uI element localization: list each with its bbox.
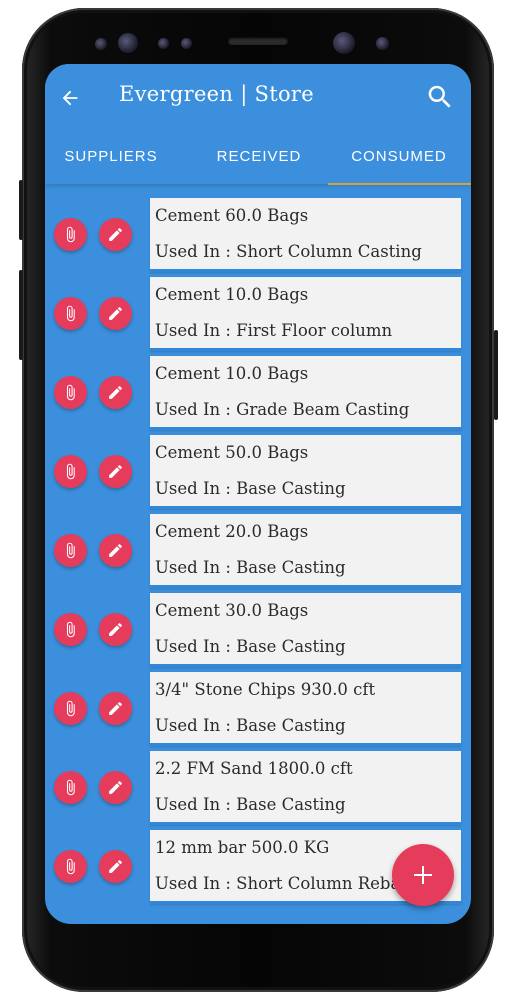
edit-button[interactable] bbox=[99, 692, 132, 725]
ambient-light-sensor bbox=[158, 38, 169, 49]
item-used-in: Used In : Short Column Rebar bbox=[155, 874, 409, 893]
pencil-icon bbox=[109, 465, 122, 478]
item-title: 3/4" Stone Chips 930.0 cft bbox=[155, 680, 376, 699]
item-card[interactable]: 2.2 FM Sand 1800.0 cft Used In : Base Cas… bbox=[150, 751, 461, 825]
pencil-icon bbox=[109, 623, 122, 636]
tab-consumed[interactable]: CONSUMED bbox=[335, 148, 463, 180]
item-title: Cement 10.0 Bags bbox=[155, 364, 309, 383]
item-used-in: Used In : Base Casting bbox=[155, 716, 346, 735]
item-card[interactable]: Cement 20.0 Bags Used In : Base Casting bbox=[150, 514, 461, 588]
item-card[interactable]: Cement 50.0 Bags Used In : Base Casting bbox=[150, 435, 461, 509]
status-led bbox=[181, 38, 192, 49]
volume-up-button bbox=[19, 180, 23, 240]
attach-button[interactable] bbox=[54, 534, 87, 567]
pencil-icon bbox=[109, 860, 122, 873]
edit-button[interactable] bbox=[99, 534, 132, 567]
item-used-in: Used In : Short Column Casting bbox=[155, 242, 422, 261]
item-title: Cement 10.0 Bags bbox=[155, 285, 309, 304]
iris-scanner bbox=[118, 33, 138, 53]
paperclip-icon bbox=[66, 779, 75, 796]
paperclip-icon bbox=[66, 384, 75, 401]
front-camera bbox=[333, 32, 355, 54]
list-item: Cement 30.0 Bags Used In : Base Casting bbox=[45, 593, 471, 669]
paperclip-icon bbox=[66, 700, 75, 717]
attach-button[interactable] bbox=[54, 297, 87, 330]
edit-button[interactable] bbox=[99, 218, 132, 251]
attach-button[interactable] bbox=[54, 692, 87, 725]
item-title: Cement 50.0 Bags bbox=[155, 443, 309, 462]
arrow-left-icon bbox=[62, 90, 78, 106]
item-used-in: Used In : Base Casting bbox=[155, 637, 346, 656]
volume-down-button bbox=[19, 270, 23, 360]
list-item: Cement 10.0 Bags Used In : First Floor co… bbox=[45, 277, 471, 353]
earpiece-speaker bbox=[228, 37, 288, 45]
paperclip-icon bbox=[66, 463, 75, 480]
paperclip-icon bbox=[66, 542, 75, 559]
search-icon bbox=[428, 85, 451, 108]
tab-suppliers[interactable]: SUPPLIERS bbox=[55, 148, 167, 180]
paperclip-icon bbox=[66, 621, 75, 638]
pencil-icon bbox=[109, 228, 122, 241]
search-button[interactable] bbox=[425, 82, 455, 112]
iris-camera bbox=[376, 37, 389, 50]
pencil-icon bbox=[109, 544, 122, 557]
item-used-in: Used In : Grade Beam Casting bbox=[155, 400, 410, 419]
proximity-sensor bbox=[95, 38, 107, 50]
item-used-in: Used In : Base Casting bbox=[155, 558, 346, 577]
item-title: 2.2 FM Sand 1800.0 cft bbox=[155, 759, 353, 778]
paperclip-icon bbox=[66, 858, 75, 875]
list-item: Cement 60.0 Bags Used In : Short Column C… bbox=[45, 198, 471, 274]
paperclip-icon bbox=[66, 305, 75, 322]
edit-button[interactable] bbox=[99, 771, 132, 804]
list-item: 3/4" Stone Chips 930.0 cft Used In : Base… bbox=[45, 672, 471, 748]
item-card[interactable]: Cement 10.0 Bags Used In : Grade Beam Cas… bbox=[150, 356, 461, 430]
back-button[interactable] bbox=[59, 84, 81, 112]
edit-button[interactable] bbox=[99, 376, 132, 409]
attach-button[interactable] bbox=[54, 771, 87, 804]
list-item: Cement 10.0 Bags Used In : Grade Beam Cas… bbox=[45, 356, 471, 432]
attach-button[interactable] bbox=[54, 455, 87, 488]
page-title: Evergreen | Store bbox=[119, 82, 314, 106]
item-title: Cement 30.0 Bags bbox=[155, 601, 309, 620]
add-item-button[interactable] bbox=[392, 844, 454, 906]
item-title: 12 mm bar 500.0 KG bbox=[155, 838, 330, 857]
item-card[interactable]: Cement 30.0 Bags Used In : Base Casting bbox=[150, 593, 461, 667]
attach-button[interactable] bbox=[54, 218, 87, 251]
active-tab-indicator bbox=[328, 183, 471, 185]
paperclip-icon bbox=[66, 226, 75, 243]
item-title: Cement 20.0 Bags bbox=[155, 522, 309, 541]
item-used-in: Used In : Base Casting bbox=[155, 795, 346, 814]
edit-button[interactable] bbox=[99, 455, 132, 488]
attach-button[interactable] bbox=[54, 376, 87, 409]
pencil-icon bbox=[109, 386, 122, 399]
app-bar: Evergreen | Store SUPPLIERS RECEIVED CON… bbox=[45, 64, 471, 185]
pencil-icon bbox=[109, 702, 122, 715]
item-title: Cement 60.0 Bags bbox=[155, 206, 309, 225]
list-item: Cement 50.0 Bags Used In : Base Casting bbox=[45, 435, 471, 511]
edit-button[interactable] bbox=[99, 613, 132, 646]
list-item: Cement 20.0 Bags Used In : Base Casting bbox=[45, 514, 471, 590]
app-screen: Evergreen | Store SUPPLIERS RECEIVED CON… bbox=[45, 64, 471, 924]
list-item: 2.2 FM Sand 1800.0 cft Used In : Base Cas… bbox=[45, 751, 471, 827]
power-button bbox=[494, 330, 498, 420]
plus-icon bbox=[414, 866, 432, 884]
item-card[interactable]: 3/4" Stone Chips 930.0 cft Used In : Base… bbox=[150, 672, 461, 746]
tab-received[interactable]: RECEIVED bbox=[197, 148, 321, 180]
item-used-in: Used In : First Floor column bbox=[155, 321, 393, 340]
attach-button[interactable] bbox=[54, 850, 87, 883]
attach-button[interactable] bbox=[54, 613, 87, 646]
pencil-icon bbox=[109, 781, 122, 794]
pencil-icon bbox=[109, 307, 122, 320]
item-card[interactable]: Cement 60.0 Bags Used In : Short Column C… bbox=[150, 198, 461, 272]
edit-button[interactable] bbox=[99, 850, 132, 883]
item-used-in: Used In : Base Casting bbox=[155, 479, 346, 498]
edit-button[interactable] bbox=[99, 297, 132, 330]
item-card[interactable]: Cement 10.0 Bags Used In : First Floor co… bbox=[150, 277, 461, 351]
